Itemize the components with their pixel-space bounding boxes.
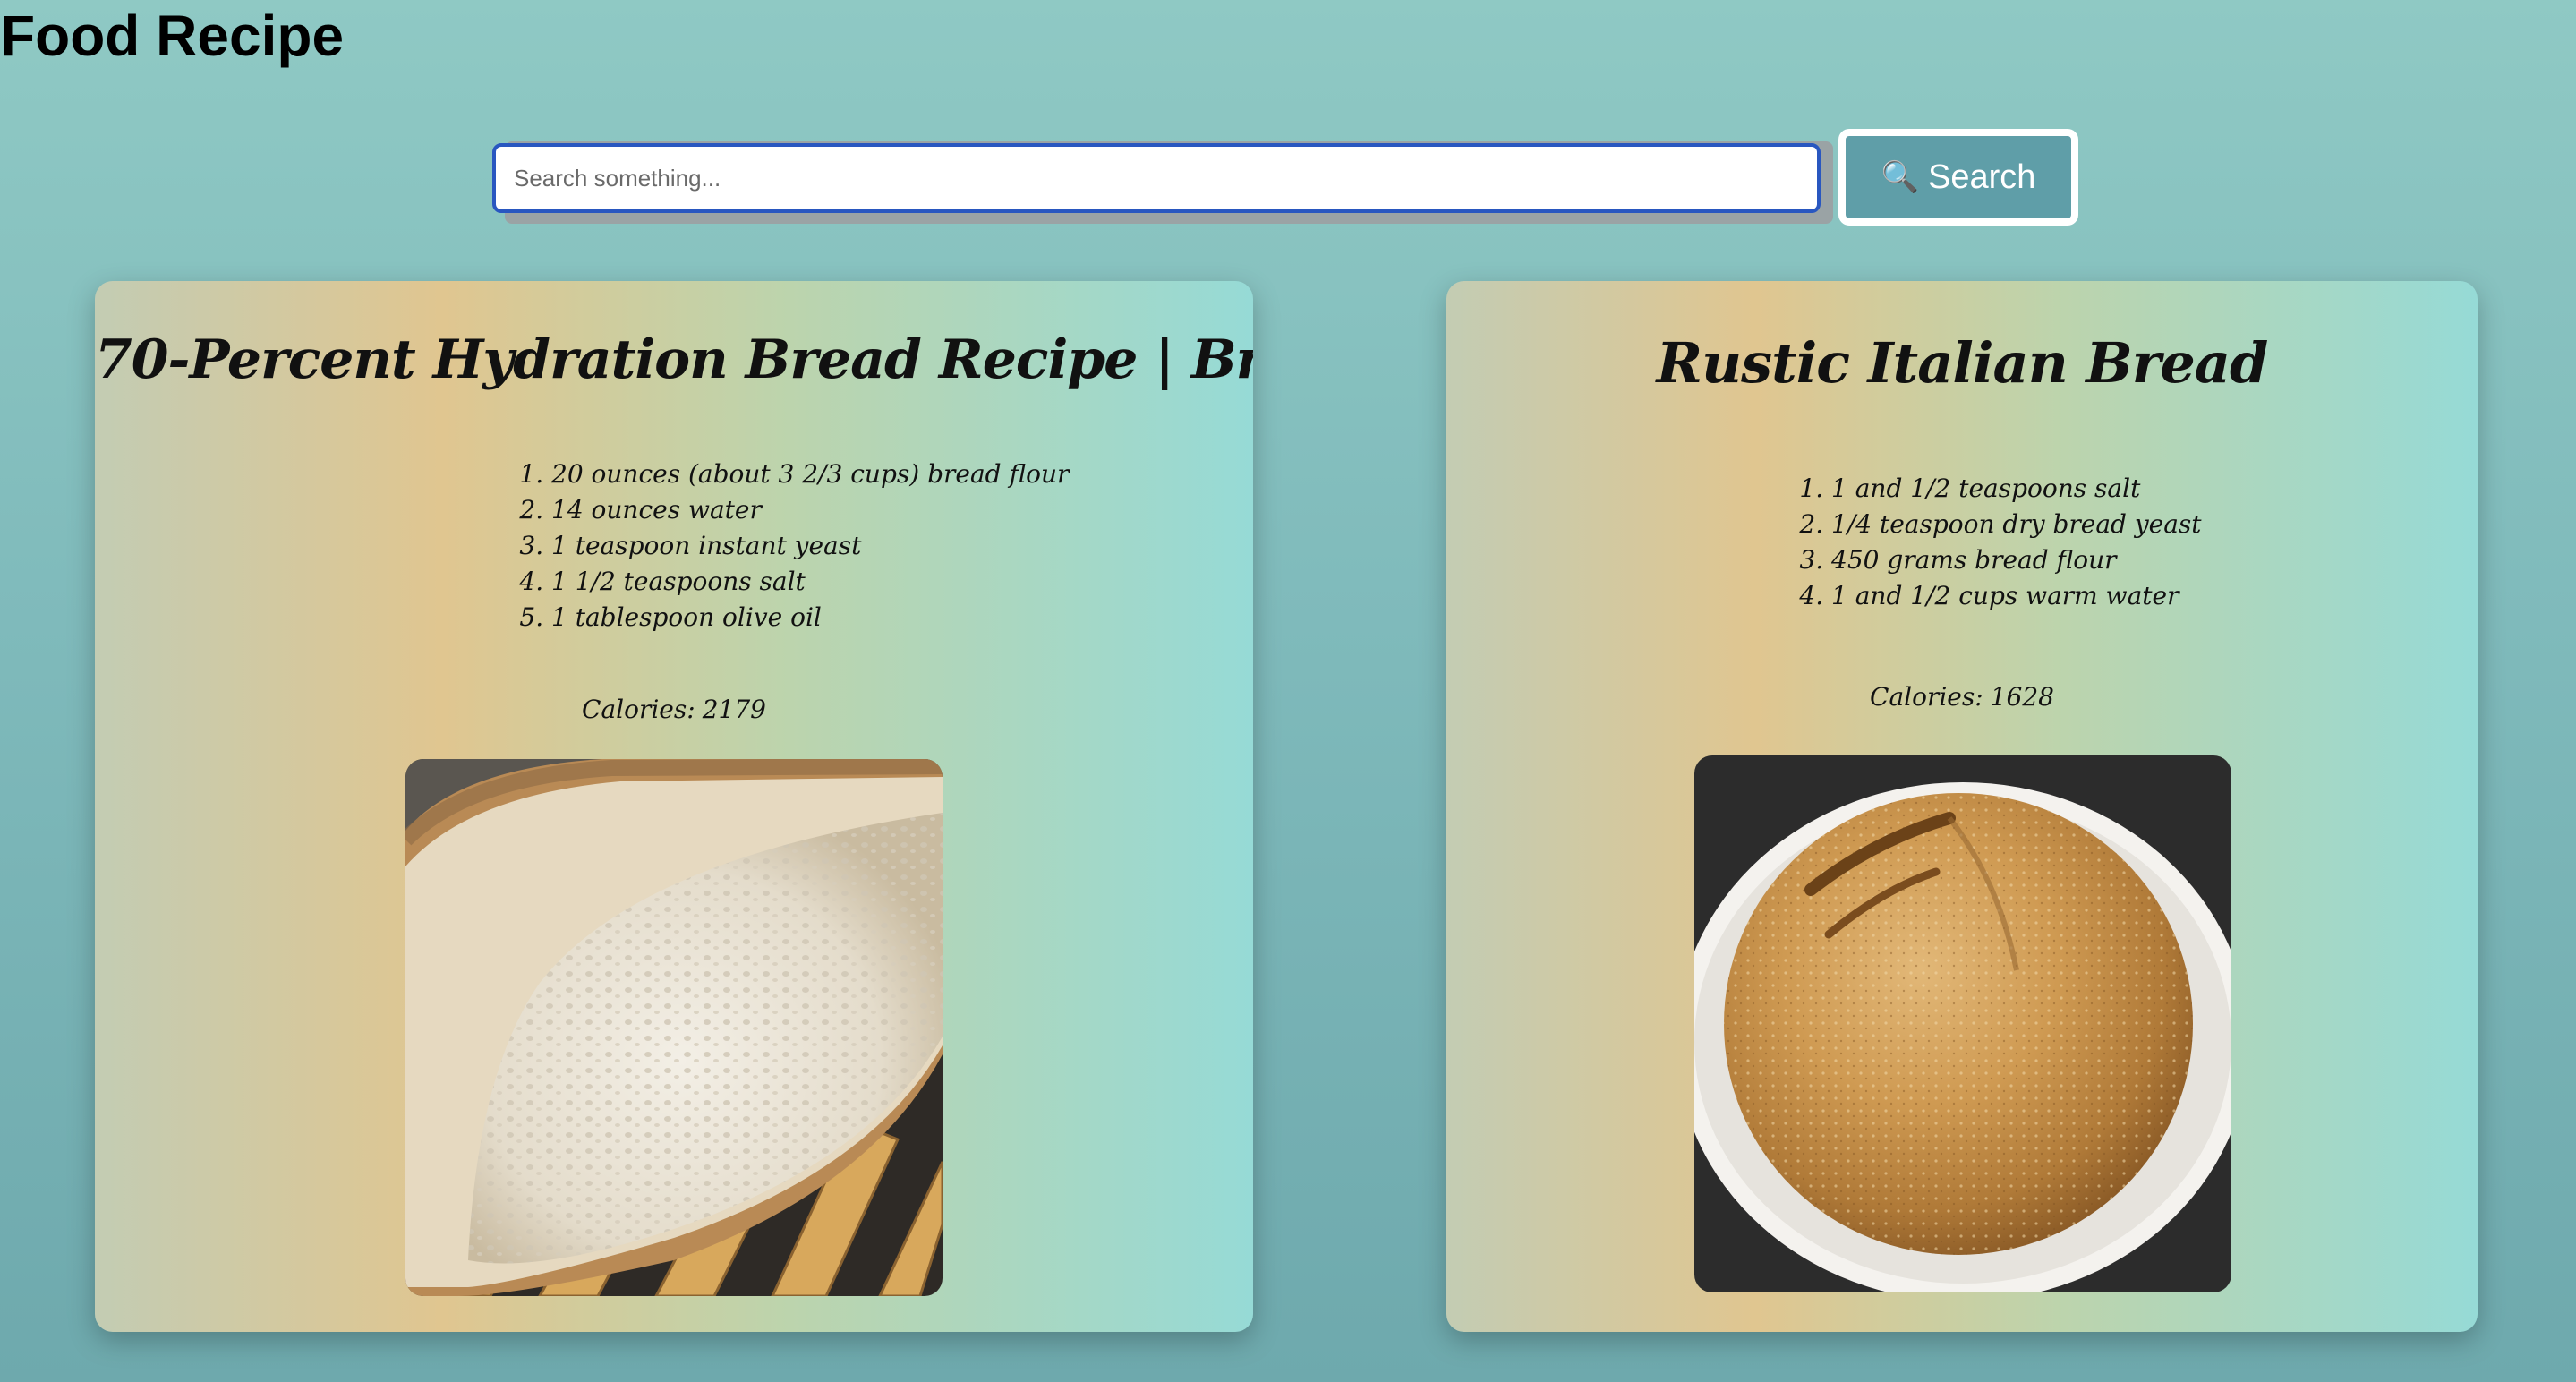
recipe-card: 70-Percent Hydration Bread Recipe | Brea… <box>95 281 1253 1332</box>
ingredient-item: 1 and 1/2 teaspoons salt <box>1831 471 2202 507</box>
search-input[interactable] <box>492 143 1821 213</box>
ingredient-list: 1 and 1/2 teaspoons salt 1/4 teaspoon dr… <box>1796 471 2202 614</box>
ingredient-item: 450 grams bread flour <box>1831 542 2202 578</box>
calories-value: 1628 <box>1990 682 2054 712</box>
ingredient-item: 1 and 1/2 cups warm water <box>1831 578 2202 614</box>
search-button-label: Search <box>1927 158 2036 196</box>
ingredient-item: 1 1/2 teaspoons salt <box>551 564 1069 600</box>
search-bar: 🔍 Search <box>492 129 2078 226</box>
calories-text: Calories: 1628 <box>1446 682 2478 712</box>
ingredient-item: 1 tablespoon olive oil <box>551 600 1069 636</box>
ingredient-item: 1/4 teaspoon dry bread yeast <box>1831 507 2202 542</box>
search-button[interactable]: 🔍 Search <box>1838 129 2078 226</box>
recipe-title: 70-Percent Hydration Bread Recipe | Brea… <box>95 328 1253 391</box>
calories-text: Calories: 2179 <box>95 695 1253 724</box>
ingredient-item: 1 teaspoon instant yeast <box>551 528 1069 564</box>
magnifier-icon: 🔍 <box>1881 160 1919 194</box>
calories-label: Calories: <box>1870 682 1983 712</box>
page-title: Food Recipe <box>0 4 345 68</box>
recipe-title: Rustic Italian Bread <box>1656 330 2269 396</box>
ingredient-item: 14 ounces water <box>551 492 1069 528</box>
recipe-image <box>1694 755 2231 1292</box>
ingredient-item: 20 ounces (about 3 2/3 cups) bread flour <box>551 456 1069 492</box>
calories-value: 2179 <box>702 695 766 724</box>
ingredient-list: 20 ounces (about 3 2/3 cups) bread flour… <box>516 456 1069 636</box>
calories-label: Calories: <box>582 695 695 724</box>
recipe-image <box>405 759 943 1296</box>
recipe-card: Rustic Italian Bread 1 and 1/2 teaspoons… <box>1446 281 2478 1332</box>
